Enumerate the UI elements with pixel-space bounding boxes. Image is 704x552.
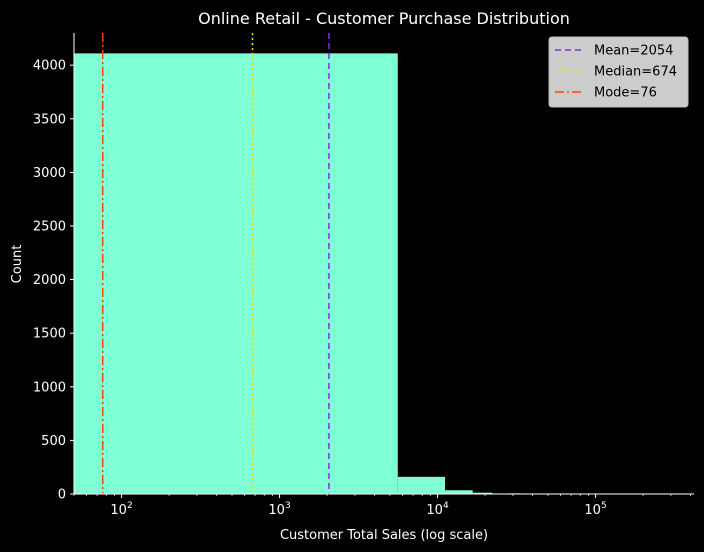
histogram-bar: [397, 476, 446, 494]
y-tick-label: 0: [58, 488, 66, 503]
histogram-chart: Online Retail - Customer Purchase Distri…: [10, 9, 694, 543]
chart-title: Online Retail - Customer Purchase Distri…: [198, 9, 570, 28]
y-tick-label: 3500: [33, 112, 66, 127]
y-tick-label: 1000: [33, 380, 66, 395]
y-tick-label: 2500: [33, 219, 66, 234]
y-tick-label: 4000: [33, 59, 66, 74]
y-axis-label: Count: [10, 245, 25, 284]
x-tick-label: 104: [426, 501, 449, 518]
legend-label: Mean=2054: [594, 44, 673, 59]
legend: Mean=2054 Median=674 Mode=76: [548, 36, 689, 108]
y-axis-ticks: 0 500 1000 1500 2000 2500 3000 3500 4000: [33, 59, 74, 503]
y-tick-label: 2000: [33, 273, 66, 288]
y-tick-label: 500: [41, 434, 66, 449]
x-tick-label: 102: [110, 501, 132, 518]
histogram-bar: [74, 53, 398, 495]
legend-label: Mode=76: [594, 86, 657, 101]
y-tick-label: 1500: [33, 327, 66, 342]
x-tick-label: 103: [268, 501, 290, 518]
legend-label: Median=674: [594, 65, 677, 80]
x-axis-ticks: 102 103 104 105: [73, 494, 692, 518]
histogram-bars: [74, 53, 667, 495]
y-tick-label: 3000: [33, 166, 66, 181]
x-tick-label: 105: [584, 501, 606, 518]
x-axis-label: Customer Total Sales (log scale): [280, 528, 488, 543]
histogram-bar: [445, 490, 473, 494]
